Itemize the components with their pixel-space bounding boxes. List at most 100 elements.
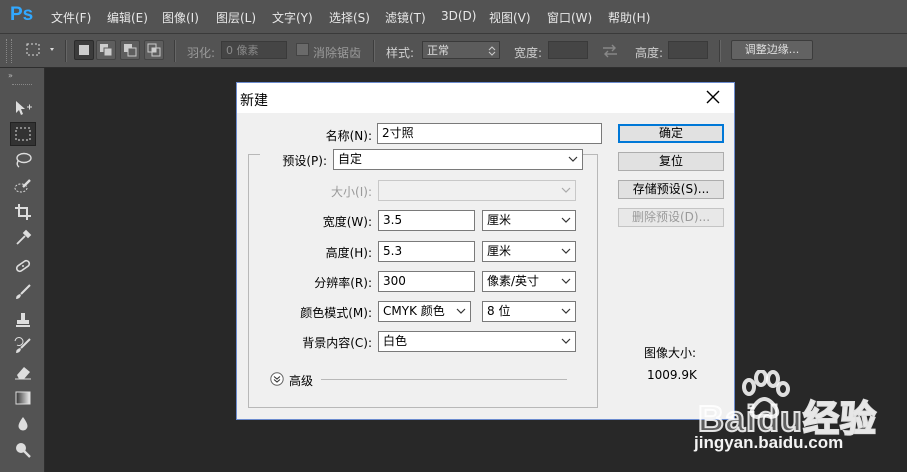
expand-advanced-icon[interactable] — [270, 372, 284, 389]
new-selection-icon[interactable] — [74, 40, 94, 60]
width-unit-select[interactable]: 厘米 — [482, 210, 576, 231]
quick-select-tool-icon[interactable] — [10, 174, 36, 198]
save-preset-button[interactable]: 存储预设(S)... — [618, 180, 724, 199]
feather-label: 羽化: — [187, 46, 216, 60]
gradient-tool-icon[interactable] — [10, 386, 36, 410]
menu-edit[interactable]: 编辑(E) — [107, 9, 148, 26]
width-input[interactable] — [548, 41, 588, 59]
chevron-down-icon — [561, 308, 571, 314]
collapse-icon[interactable]: » — [8, 71, 13, 80]
group-border — [583, 154, 598, 155]
swap-icon[interactable] — [601, 44, 619, 61]
width-unit-value: 厘米 — [487, 213, 512, 227]
width-label: 宽度: — [514, 46, 543, 60]
eyedropper-tool-icon[interactable] — [10, 226, 36, 250]
grip-handle[interactable] — [6, 39, 12, 63]
dialog-titlebar[interactable]: 新建 — [237, 83, 734, 113]
bitdepth-select[interactable]: 8 位 — [482, 301, 576, 322]
background-select[interactable]: 白色 — [378, 331, 576, 352]
reset-button[interactable]: 复位 — [618, 152, 724, 171]
refine-edge-button[interactable]: 调整边缘... — [731, 40, 813, 60]
height-unit-value: 厘米 — [487, 244, 512, 258]
watermark-url: jingyan.baidu.com — [694, 433, 844, 452]
colormode-label: 颜色模式(M): — [300, 306, 372, 320]
menu-filter[interactable]: 滤镜(T) — [385, 9, 426, 26]
colormode-select[interactable]: CMYK 颜色 — [378, 301, 471, 322]
marquee-preset-icon[interactable] — [24, 40, 58, 63]
preset-value: 自定 — [338, 152, 363, 166]
resolution-label: 分辨率(R): — [314, 276, 372, 290]
background-value: 白色 — [383, 334, 408, 348]
toolbox: » — [0, 68, 45, 472]
style-value: 正常 — [427, 44, 449, 57]
menu-bar: Ps 文件(F) 编辑(E) 图像(I) 图层(L) 文字(Y) 选择(S) 滤… — [0, 0, 907, 34]
chevron-down-icon — [561, 187, 571, 193]
ok-button[interactable]: 确定 — [618, 124, 724, 143]
image-size-value: 1009.9K — [647, 368, 697, 382]
menu-window[interactable]: 窗口(W) — [547, 9, 592, 26]
subtract-selection-icon[interactable] — [120, 40, 140, 60]
chevron-down-icon — [456, 308, 466, 314]
width-input[interactable]: 3.5 — [378, 210, 475, 231]
options-bar: 羽化: 0 像素 消除锯齿 样式: 正常 宽度: 高度: 调整边缘... — [0, 34, 907, 68]
eraser-tool-icon[interactable] — [10, 360, 36, 384]
separator — [174, 40, 176, 62]
height-input[interactable] — [668, 41, 708, 59]
move-tool-icon[interactable] — [10, 96, 36, 120]
background-label: 背景内容(C): — [302, 336, 372, 350]
height-label: 高度(H): — [325, 246, 372, 260]
height-unit-select[interactable]: 厘米 — [482, 241, 576, 262]
advanced-label[interactable]: 高级 — [289, 372, 313, 389]
lasso-tool-icon[interactable] — [10, 148, 36, 172]
marquee-tool-icon[interactable] — [10, 122, 36, 146]
menu-help[interactable]: 帮助(H) — [608, 9, 650, 26]
separator — [373, 40, 375, 62]
menu-type[interactable]: 文字(Y) — [272, 9, 313, 26]
intersect-selection-icon[interactable] — [144, 40, 164, 60]
name-label: 名称(N): — [325, 129, 372, 143]
clone-stamp-tool-icon[interactable] — [10, 308, 36, 332]
brush-tool-icon[interactable] — [10, 280, 36, 304]
size-select — [378, 180, 576, 201]
size-label: 大小(I): — [331, 185, 372, 199]
antialias-label: 消除锯齿 — [313, 46, 362, 60]
colormode-value: CMYK 颜色 — [383, 304, 445, 318]
updown-icon — [488, 46, 496, 56]
close-icon[interactable] — [704, 88, 722, 106]
style-select[interactable]: 正常 — [422, 41, 500, 59]
advanced-divider — [321, 379, 567, 380]
resolution-unit-select[interactable]: 像素/英寸 — [482, 271, 576, 292]
antialias-checkbox[interactable] — [296, 43, 309, 56]
history-brush-tool-icon[interactable] — [10, 334, 36, 358]
style-label: 样式: — [386, 46, 415, 60]
group-border — [248, 154, 260, 155]
menu-3d[interactable]: 3D(D) — [441, 9, 476, 23]
menu-view[interactable]: 视图(V) — [489, 9, 531, 26]
delete-preset-button: 删除预设(D)... — [618, 208, 724, 227]
chevron-down-icon — [561, 338, 571, 344]
separator — [65, 40, 67, 62]
menu-select[interactable]: 选择(S) — [329, 9, 370, 26]
height-input[interactable]: 5.3 — [378, 241, 475, 262]
add-selection-icon[interactable] — [96, 40, 116, 60]
dodge-tool-icon[interactable] — [10, 438, 36, 462]
healing-brush-tool-icon[interactable] — [10, 254, 36, 278]
crop-tool-icon[interactable] — [10, 200, 36, 224]
chevron-down-icon — [561, 278, 571, 284]
blur-tool-icon[interactable] — [10, 412, 36, 436]
width-label: 宽度(W): — [322, 215, 372, 229]
name-input[interactable]: 2寸照 — [377, 123, 602, 144]
menu-layer[interactable]: 图层(L) — [216, 9, 256, 26]
separator — [719, 40, 721, 62]
menu-image[interactable]: 图像(I) — [162, 9, 199, 26]
menu-file[interactable]: 文件(F) — [51, 9, 91, 26]
baidu-watermark: Baidu经验 jingyan.baidu.com — [692, 370, 892, 462]
chevron-down-icon — [561, 217, 571, 223]
dialog-title: 新建 — [240, 93, 268, 109]
photoshop-logo: Ps — [10, 4, 34, 25]
height-label: 高度: — [635, 46, 664, 60]
feather-input[interactable]: 0 像素 — [221, 41, 287, 59]
resolution-input[interactable]: 300 — [378, 271, 475, 292]
preset-select[interactable]: 自定 — [333, 149, 583, 170]
chevron-down-icon — [568, 156, 578, 162]
